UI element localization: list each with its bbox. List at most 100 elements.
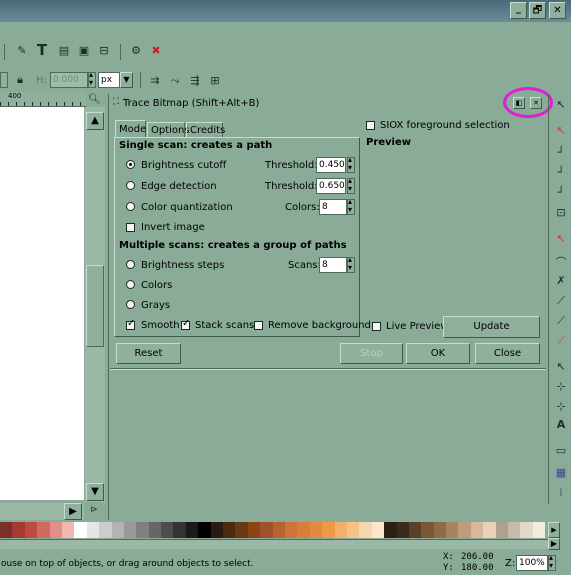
palette-swatch[interactable] — [86, 522, 100, 538]
palette-swatch[interactable] — [272, 522, 285, 538]
edge-threshold-input[interactable]: 0.650 — [316, 178, 346, 194]
preferences-icon[interactable]: ⚙ — [128, 44, 144, 57]
palette-swatch[interactable] — [446, 522, 459, 538]
edge-detection-radio[interactable] — [126, 181, 135, 190]
unit-select[interactable]: px — [98, 72, 120, 88]
snap-intersections-icon[interactable]: ✗ — [554, 274, 568, 287]
palette-swatch[interactable] — [346, 522, 360, 538]
palette-swatch[interactable] — [235, 522, 248, 538]
zoom-spin[interactable] — [548, 553, 556, 571]
canvas-area[interactable] — [0, 107, 84, 500]
siox-label[interactable]: SIOX foreground selection — [380, 120, 510, 131]
remove-background-checkbox[interactable] — [254, 321, 263, 330]
invert-image-checkbox[interactable] — [126, 223, 135, 232]
stack-scans-label[interactable]: Stack scans — [195, 320, 254, 331]
palette-swatch[interactable] — [49, 522, 62, 538]
palette-swatch[interactable] — [185, 522, 199, 538]
palette-swatch[interactable] — [284, 522, 298, 538]
palette-swatch[interactable] — [384, 522, 397, 538]
zoom-corner-icon[interactable]: ⊳ — [88, 505, 100, 515]
palette-swatch[interactable] — [61, 522, 75, 538]
snap-rotation-center-icon[interactable]: ⊹ — [554, 400, 568, 413]
scans-input[interactable]: 8 — [319, 257, 347, 273]
zoom-input[interactable]: 100% — [516, 555, 548, 571]
live-preview-label[interactable]: Live Preview — [386, 321, 449, 332]
snap-bbox-midpoints-icon[interactable]: ┘ — [554, 186, 568, 199]
tab-credits[interactable]: Credits — [186, 122, 225, 138]
document-properties-icon[interactable]: ✖ — [148, 44, 164, 57]
palette-swatch[interactable] — [161, 522, 174, 538]
palette-swatch[interactable] — [371, 522, 385, 538]
tab-options[interactable]: Options — [147, 122, 190, 138]
close-window-button[interactable]: ✕ — [549, 2, 566, 19]
smooth-checkbox[interactable] — [126, 318, 135, 330]
brightness-steps-radio[interactable] — [126, 260, 135, 269]
brightness-cutoff-label[interactable]: Brightness cutoff — [141, 160, 226, 171]
lock-icon[interactable]: 🔒︎ — [14, 73, 26, 87]
snap-others-icon[interactable]: ↖ — [554, 360, 568, 373]
palette-swatch[interactable] — [309, 522, 323, 538]
palette-swatch[interactable] — [198, 522, 211, 538]
remove-background-label[interactable]: Remove background — [268, 320, 371, 331]
scroll-thumb[interactable] — [86, 265, 104, 347]
update-button[interactable]: Update — [443, 316, 540, 338]
palette-swatch[interactable] — [210, 522, 224, 538]
colors-option-label[interactable]: Colors — [141, 280, 172, 291]
palette-swatch[interactable] — [508, 522, 521, 538]
brightness-steps-label[interactable]: Brightness steps — [141, 260, 224, 271]
grays-option-label[interactable]: Grays — [141, 300, 170, 311]
ok-button[interactable]: OK — [406, 343, 470, 364]
color-palette[interactable] — [0, 522, 548, 538]
palette-swatch[interactable] — [173, 522, 186, 538]
vertical-scrollbar[interactable]: ▲ ▼ — [85, 107, 105, 502]
palette-scrollbar[interactable] — [0, 539, 548, 549]
palette-scroll-arrow[interactable]: ▶ — [548, 538, 560, 550]
colors-input[interactable]: 8 — [319, 199, 347, 215]
height-input[interactable]: 0.000 — [50, 72, 88, 88]
snap-object-midpoints-icon[interactable]: ⊹ — [554, 380, 568, 393]
palette-swatch[interactable] — [247, 522, 261, 538]
spin-arrows[interactable] — [0, 72, 8, 88]
palette-swatch[interactable] — [297, 522, 310, 538]
palette-swatch[interactable] — [495, 522, 509, 538]
palette-swatch[interactable] — [433, 522, 447, 538]
invert-image-label[interactable]: Invert image — [141, 222, 205, 233]
colors-spin[interactable] — [347, 197, 355, 215]
live-preview-checkbox[interactable] — [372, 322, 381, 331]
snap-bbox-corners-icon[interactable]: ┘ — [554, 166, 568, 179]
reset-button[interactable]: Reset — [116, 343, 181, 364]
snap-nodes-icon[interactable]: ↖ — [554, 232, 568, 245]
palette-swatch[interactable] — [483, 522, 496, 538]
stack-scans-checkbox[interactable] — [181, 318, 190, 330]
colors-radio[interactable] — [126, 280, 135, 289]
palette-swatch[interactable] — [470, 522, 484, 538]
palette-swatch[interactable] — [260, 522, 273, 538]
scale-stroke-icon[interactable]: ⇉ — [148, 74, 162, 87]
transform-gradients-icon[interactable]: ⇶ — [188, 74, 202, 87]
snap-line-midpoints-icon[interactable]: ⟋ — [554, 334, 568, 348]
snap-cusp-nodes-icon[interactable]: ⟋ — [554, 294, 568, 308]
palette-swatch[interactable] — [74, 522, 87, 538]
palette-swatch[interactable] — [136, 522, 149, 538]
color-quantization-radio[interactable] — [126, 202, 135, 211]
snap-guides-icon[interactable]: ⁞ — [554, 486, 568, 499]
palette-swatch[interactable] — [520, 522, 533, 538]
brightness-threshold-spin[interactable] — [347, 155, 355, 173]
palette-swatch[interactable] — [396, 522, 409, 538]
palette-swatch[interactable] — [322, 522, 335, 538]
scale-corners-icon[interactable]: ⤳ — [168, 74, 182, 88]
palette-swatch[interactable] — [408, 522, 422, 538]
scans-spin[interactable] — [347, 255, 355, 273]
palette-swatch[interactable] — [359, 522, 372, 538]
scroll-right-button[interactable]: ▶ — [64, 503, 82, 520]
close-button[interactable]: Close — [475, 343, 540, 364]
pencil-icon[interactable]: ✎ — [14, 44, 30, 57]
palette-swatch[interactable] — [532, 522, 546, 538]
palette-swatch[interactable] — [421, 522, 434, 538]
snap-bbox-edges-icon[interactable]: ┘ — [554, 146, 568, 159]
unit-dropdown-arrow[interactable]: ▼ — [120, 72, 133, 88]
snap-smooth-nodes-icon[interactable]: ⟋ — [554, 314, 568, 328]
stop-button[interactable]: Stop — [340, 343, 403, 364]
snap-grid-icon[interactable]: ▦ — [554, 466, 568, 479]
brightness-cutoff-radio[interactable] — [126, 160, 135, 169]
